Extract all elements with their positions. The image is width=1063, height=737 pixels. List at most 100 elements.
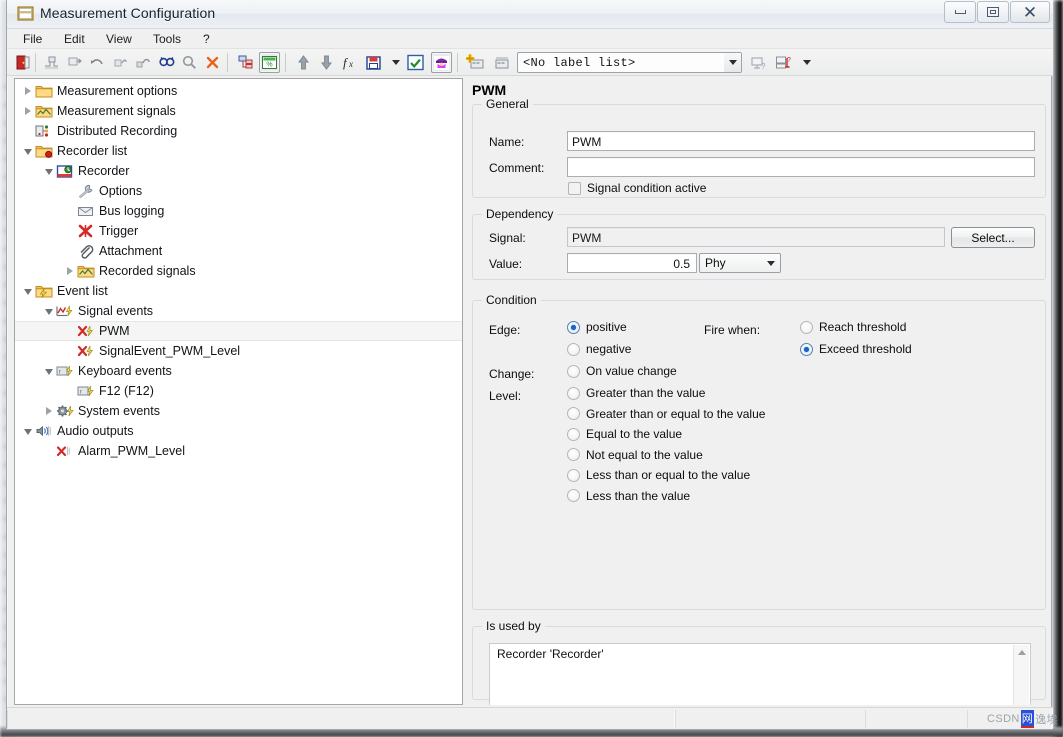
name-field[interactable]: PWM (567, 131, 1035, 151)
tree-no-arrow (63, 344, 77, 358)
percent-view-icon[interactable]: % (259, 52, 280, 73)
collapse-arrow-icon[interactable] (21, 284, 35, 298)
tree-item-audio-outputs[interactable]: Audio outputs (15, 421, 462, 441)
tree-item-recorder-list[interactable]: Recorder list (15, 141, 462, 161)
remove-label-list-icon[interactable] (491, 52, 512, 73)
collapse-arrow-icon[interactable] (42, 164, 56, 178)
redo-icon[interactable] (110, 52, 131, 73)
detail-pane: PWM General Name: PWM Comment: Signal co… (467, 78, 1051, 705)
tree-item-system-events[interactable]: System events (15, 401, 462, 421)
label-list-manage-icon[interactable]: ? (773, 52, 794, 73)
expand-arrow-icon[interactable] (42, 404, 56, 418)
tree-item-label: F12 (F12) (99, 384, 154, 398)
level-option-greater-than-or-equal-to-the-value[interactable]: Greater than or equal to the value (567, 407, 765, 421)
label-list-query-icon[interactable]: ? (748, 52, 769, 73)
menu-help[interactable]: ? (197, 31, 216, 47)
tree-item-keyboard-events[interactable]: r Keyboard events (15, 361, 462, 381)
signal-condition-active-checkbox[interactable]: Signal condition active (568, 181, 706, 195)
level-option-less-than-or-equal-to-the-value[interactable]: Less than or equal to the value (567, 468, 750, 482)
value-field[interactable]: 0.5 (567, 253, 697, 273)
expand-arrow-icon[interactable] (21, 84, 35, 98)
fire-when-option-reach-threshold[interactable]: Reach threshold (800, 320, 906, 334)
tree-item-event-list[interactable]: Event list (15, 281, 462, 301)
change-option-on-value-change[interactable]: On value change (567, 364, 677, 378)
expand-arrow-icon[interactable] (21, 104, 35, 118)
scroll-up-button[interactable] (1014, 645, 1030, 660)
add-label-list-icon[interactable] (465, 52, 486, 73)
user-icon[interactable] (431, 52, 452, 73)
tree-item-bus-logging[interactable]: Bus logging (15, 201, 462, 221)
collapse-arrow-icon[interactable] (42, 304, 56, 318)
export-measurement-icon[interactable] (64, 52, 85, 73)
move-up-icon[interactable] (293, 52, 314, 73)
tree-item-f12-f12[interactable]: r F12 (F12) (15, 381, 462, 401)
tree-item-measurement-signals[interactable]: Measurement signals (15, 101, 462, 121)
menu-tools[interactable]: Tools (147, 31, 187, 47)
tree-item-label: Recorder list (57, 144, 128, 158)
minimize-button[interactable] (944, 1, 976, 23)
comment-field[interactable] (567, 157, 1035, 177)
tree-item-signal-events[interactable]: Signal events (15, 301, 462, 321)
signal-field[interactable]: PWM (567, 227, 945, 247)
tree-item-options[interactable]: Options (15, 181, 462, 201)
tree-item-label: Keyboard events (78, 364, 172, 378)
tree-item-pwm[interactable]: PWM (15, 321, 462, 341)
value-unit-combo[interactable]: Phy (699, 253, 781, 273)
is-used-by-listbox[interactable]: Recorder 'Recorder' (489, 643, 1031, 705)
label-list-combo[interactable]: <No label list> (517, 52, 742, 73)
collapse-arrow-icon[interactable] (21, 144, 35, 158)
delete-icon[interactable] (202, 52, 223, 73)
tree-item-alarm-pwm-level[interactable]: Alarm_PWM_Level (15, 441, 462, 461)
label-list-manage-dropdown-icon[interactable] (796, 52, 817, 73)
function-icon[interactable]: f x (339, 52, 360, 73)
configuration-tree[interactable]: Measurement options Measurement signals Di… (15, 79, 462, 461)
replace-icon[interactable] (133, 52, 154, 73)
maximize-button[interactable] (977, 1, 1009, 23)
menu-view[interactable]: View (100, 31, 138, 47)
tree-item-distributed-recording[interactable]: Distributed Recording (15, 121, 462, 141)
close-button[interactable]: ✕ (1010, 1, 1050, 23)
tree-no-arrow (63, 204, 77, 218)
menu-file[interactable]: File (17, 31, 48, 47)
zoom-icon[interactable] (179, 52, 200, 73)
tree-no-arrow (63, 384, 77, 398)
tree-item-trigger[interactable]: Trigger (15, 221, 462, 241)
menu-edit[interactable]: Edit (58, 31, 91, 47)
expand-arrow-icon[interactable] (63, 264, 77, 278)
radio-dot (567, 427, 580, 441)
level-option-greater-than-the-value[interactable]: Greater than the value (567, 386, 705, 400)
edge-option-negative[interactable]: negative (567, 342, 631, 356)
import-measurement-icon[interactable] (41, 52, 62, 73)
tree-item-label: Event list (57, 284, 108, 298)
undo-icon[interactable] (87, 52, 108, 73)
signal-overview-icon[interactable] (235, 52, 256, 73)
collapse-arrow-icon[interactable] (42, 364, 56, 378)
value-unit-dropdown-arrow[interactable] (762, 260, 780, 266)
tree-item-recorded-signals[interactable]: Recorded signals (15, 261, 462, 281)
tree-item-measurement-options[interactable]: Measurement options (15, 81, 462, 101)
level-option-not-equal-to-the-value[interactable]: Not equal to the value (567, 448, 703, 462)
tree-pane[interactable]: Measurement options Measurement signals Di… (14, 78, 463, 705)
collapse-arrow-icon[interactable] (21, 424, 35, 438)
find-icon[interactable] (156, 52, 177, 73)
level-option-equal-to-the-value[interactable]: Equal to the value (567, 427, 682, 441)
tree-item-signalevent-pwm-level[interactable]: SignalEvent_PWM_Level (15, 341, 462, 361)
save-icon[interactable] (363, 52, 384, 73)
save-dropdown-icon[interactable] (385, 52, 406, 73)
tree-item-recorder[interactable]: Recorder (15, 161, 462, 181)
is-used-by-scrollbar[interactable] (1013, 645, 1029, 705)
select-signal-button[interactable]: Select... (951, 227, 1035, 248)
validate-icon[interactable] (405, 52, 426, 73)
move-down-icon[interactable] (316, 52, 337, 73)
condition-group-legend: Condition (482, 293, 541, 307)
list-item[interactable]: Recorder 'Recorder' (490, 644, 1030, 661)
tree-item-attachment[interactable]: Attachment (15, 241, 462, 261)
fire-when-option-exceed-threshold[interactable]: Exceed threshold (800, 342, 912, 356)
label-list-dropdown-arrow[interactable] (724, 53, 741, 72)
edge-option-positive[interactable]: positive (567, 320, 627, 334)
level-option-less-than-the-value[interactable]: Less than the value (567, 489, 690, 503)
exit-icon[interactable] (13, 52, 34, 73)
chevron-down-icon (728, 60, 737, 65)
